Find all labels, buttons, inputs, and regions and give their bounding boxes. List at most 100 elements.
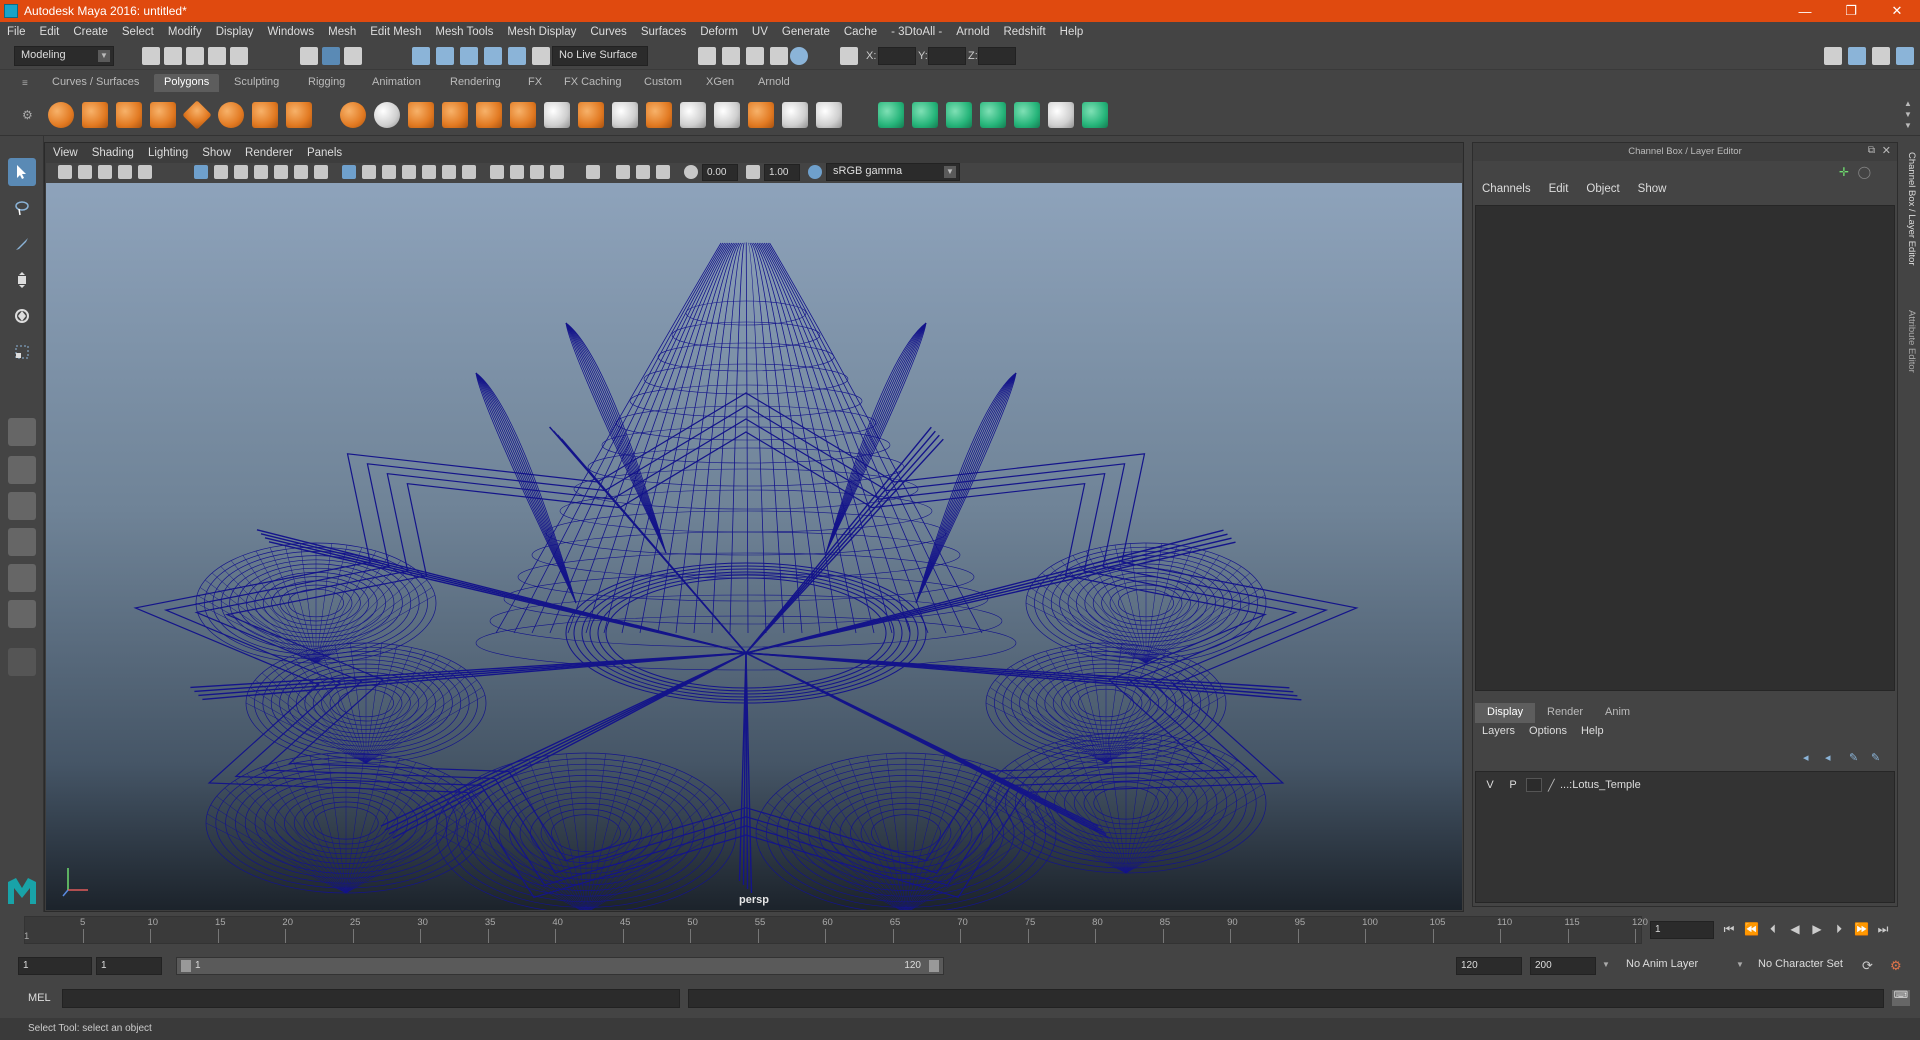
anti-aliasing-icon[interactable] xyxy=(530,165,544,179)
multi-cut-icon[interactable] xyxy=(544,102,570,128)
menu-deform[interactable]: Deform xyxy=(693,26,745,38)
channel-box-toggle-icon[interactable] xyxy=(1896,47,1914,65)
tab-render[interactable]: Render xyxy=(1535,703,1595,723)
range-end-handle[interactable] xyxy=(929,960,939,972)
field-chart-icon[interactable] xyxy=(274,165,288,179)
menu-3dtoall[interactable]: - 3DtoAll - xyxy=(884,26,949,38)
append-polygon-icon[interactable] xyxy=(748,102,774,128)
mode-selector[interactable]: Modeling ▼ xyxy=(14,46,114,66)
x-field[interactable] xyxy=(878,47,916,65)
film-gate-icon[interactable] xyxy=(214,165,228,179)
textured-icon[interactable] xyxy=(422,165,436,179)
play-forwards-icon[interactable]: ▶ xyxy=(1810,922,1824,936)
wireframe-icon[interactable] xyxy=(342,165,356,179)
attribute-editor-toggle-icon[interactable] xyxy=(1848,47,1866,65)
snap-grid-icon[interactable] xyxy=(412,47,430,65)
extrude-icon[interactable] xyxy=(578,102,604,128)
combine-icon[interactable] xyxy=(340,102,366,128)
color-space-dropdown[interactable]: sRGB gamma ▼ xyxy=(826,163,960,181)
offset-edge-loop-icon[interactable] xyxy=(714,102,740,128)
snap-view-plane-icon[interactable] xyxy=(484,47,502,65)
shelf-tab-arnold[interactable]: Arnold xyxy=(748,74,800,92)
play-backwards-icon[interactable]: ◀ xyxy=(1788,922,1802,936)
persp-outliner-layout[interactable] xyxy=(8,564,36,592)
playback-end-field[interactable]: 120 xyxy=(1456,957,1522,975)
resolution-gate-icon[interactable] xyxy=(234,165,248,179)
scale-tool[interactable] xyxy=(8,338,36,366)
perspective-viewport[interactable]: persp xyxy=(46,183,1462,910)
merge-vertices-icon[interactable] xyxy=(816,102,842,128)
script-editor-icon[interactable]: ⌨ xyxy=(1892,990,1910,1006)
planar-uv-icon[interactable] xyxy=(878,102,904,128)
cb-edit-menu[interactable]: Edit xyxy=(1540,183,1578,201)
fill-hole-icon[interactable] xyxy=(782,102,808,128)
menu-redshift[interactable]: Redshift xyxy=(996,26,1052,38)
chevron-down-icon[interactable]: ▼ xyxy=(1736,960,1744,969)
animation-start-field[interactable]: 1 xyxy=(18,957,92,975)
animation-end-field[interactable]: 200 xyxy=(1530,957,1596,975)
safe-action-icon[interactable] xyxy=(294,165,308,179)
animation-preferences-icon[interactable]: ⚙ xyxy=(1890,958,1902,974)
shelf-tab-sculpting[interactable]: Sculpting xyxy=(224,74,289,92)
time-slider-track[interactable]: 1 5 10 15 20 25 30 35 40 45 50 55 60 65 70 75 80 85 90 95 1… xyxy=(24,916,1648,944)
gate-mask-icon[interactable] xyxy=(254,165,268,179)
render-view-icon[interactable] xyxy=(790,47,808,65)
depth-of-field-icon[interactable] xyxy=(550,165,564,179)
xray-joints-icon[interactable] xyxy=(636,165,650,179)
motion-blur-icon[interactable] xyxy=(510,165,524,179)
go-to-start-icon[interactable]: ⏮ xyxy=(1722,922,1736,936)
custom-layout-menu[interactable] xyxy=(8,648,36,676)
chevron-down-icon[interactable]: ▼ xyxy=(1602,960,1610,969)
layer-help-menu[interactable]: Help xyxy=(1574,725,1611,743)
anim-layer-dropdown[interactable]: No Anim Layer xyxy=(1620,957,1738,975)
command-input[interactable] xyxy=(62,989,680,1008)
snap-point-icon[interactable] xyxy=(460,47,478,65)
viewport-menu-show[interactable]: Show xyxy=(195,147,238,159)
isolate-select-icon[interactable] xyxy=(586,165,600,179)
ambient-occlusion-icon[interactable] xyxy=(490,165,504,179)
new-empty-layer-icon[interactable]: ✎ xyxy=(1849,751,1858,764)
step-forward-frame-icon[interactable]: ⏩ xyxy=(1854,922,1869,936)
history-icon[interactable] xyxy=(532,47,550,65)
grid-toggle-icon[interactable] xyxy=(194,165,208,179)
bookmark-icon[interactable] xyxy=(98,165,112,179)
close-panel-icon[interactable]: ✕ xyxy=(1882,144,1891,157)
step-forward-key-icon[interactable]: ⏵ xyxy=(1832,922,1846,936)
new-scene-icon[interactable] xyxy=(142,47,160,65)
layer-display-type-icon[interactable]: ╱ xyxy=(1548,779,1560,792)
poly-cube-icon[interactable] xyxy=(82,102,108,128)
shelf-tab-fx-caching[interactable]: FX Caching xyxy=(554,74,631,92)
use-lights-icon[interactable] xyxy=(442,165,456,179)
tab-display[interactable]: Display xyxy=(1475,703,1536,723)
cb-show-menu[interactable]: Show xyxy=(1629,183,1676,201)
shelf-tab-rendering[interactable]: Rendering xyxy=(440,74,511,92)
safe-title-icon[interactable] xyxy=(314,165,328,179)
tab-attribute-editor-vertical[interactable]: Attribute Editor xyxy=(1901,310,1917,373)
tab-channel-box-vertical[interactable]: Channel Box / Layer Editor xyxy=(1901,152,1917,266)
layer-row[interactable]: V P ╱ ...:Lotus_Temple xyxy=(1480,776,1890,794)
poly-pipe-icon[interactable] xyxy=(286,102,312,128)
spherical-uv-icon[interactable] xyxy=(946,102,972,128)
help-circle-icon[interactable]: ◯ xyxy=(1858,165,1871,179)
current-frame-field[interactable]: 1 xyxy=(1650,921,1714,939)
y-field[interactable] xyxy=(928,47,966,65)
insert-edge-loop-icon[interactable] xyxy=(680,102,706,128)
boolean-icon[interactable] xyxy=(476,102,502,128)
layer-options-menu[interactable]: Options xyxy=(1522,725,1574,743)
image-plane-icon[interactable] xyxy=(118,165,132,179)
select-tool[interactable] xyxy=(8,158,36,186)
auto-key-icon[interactable]: ⟳ xyxy=(1862,958,1873,974)
viewport-menu-renderer[interactable]: Renderer xyxy=(238,147,300,159)
move-layer-down-icon[interactable]: ◂ xyxy=(1825,751,1831,764)
viewport-menu-view[interactable]: View xyxy=(46,147,85,159)
shelf-tab-custom[interactable]: Custom xyxy=(634,74,692,92)
live-surface-field[interactable]: No Live Surface xyxy=(552,46,648,66)
menu-arnold[interactable]: Arnold xyxy=(949,26,996,38)
gamma-icon[interactable] xyxy=(746,165,760,179)
float-panel-icon[interactable]: ⧉ xyxy=(1868,145,1875,156)
menu-curves[interactable]: Curves xyxy=(583,26,633,38)
automatic-uv-icon[interactable] xyxy=(980,102,1006,128)
menu-uv[interactable]: UV xyxy=(745,26,775,38)
checker-map-icon[interactable] xyxy=(1048,102,1074,128)
open-scene-icon[interactable] xyxy=(164,47,182,65)
